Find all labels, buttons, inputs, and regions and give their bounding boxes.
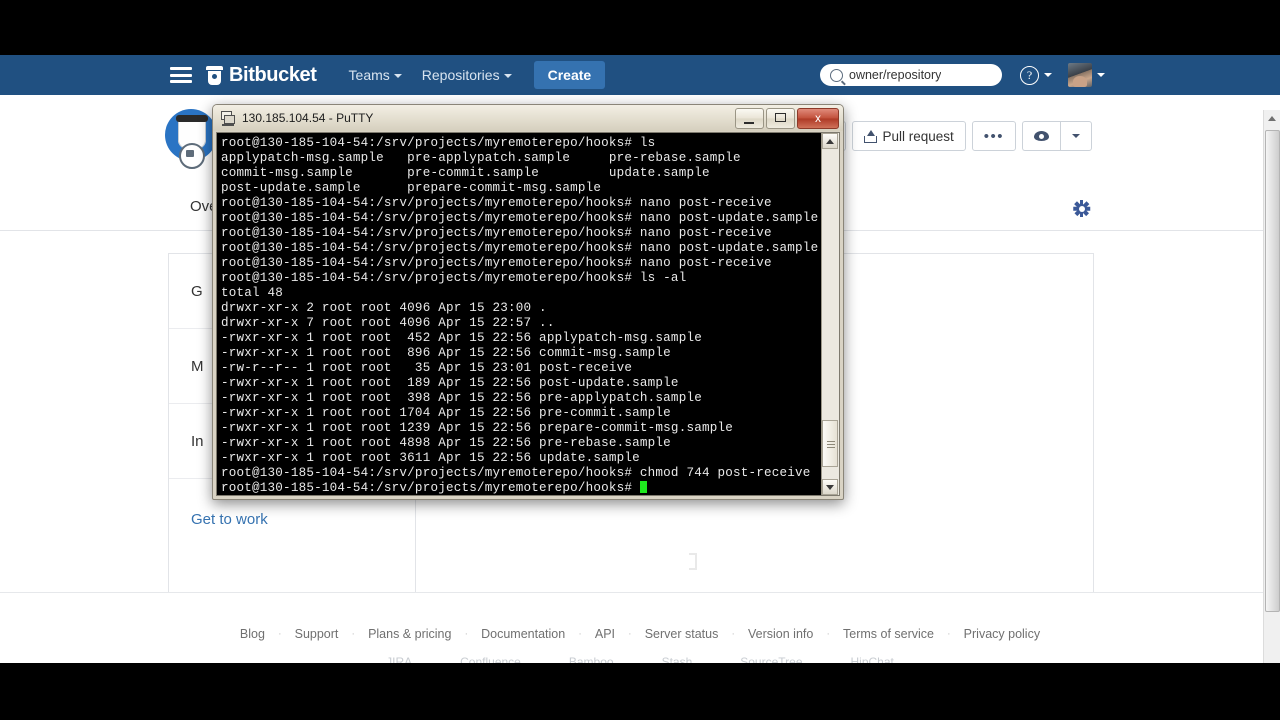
bitbucket-logo-text: Bitbucket [229, 63, 317, 86]
maximize-button[interactable] [766, 108, 795, 129]
footer-product-stash[interactable]: Stash [662, 655, 693, 663]
terminal-prompt-line: root@130-185-104-54:/srv/projects/myremo… [221, 481, 821, 495]
ellipsis-icon: ••• [983, 127, 1004, 145]
terminal-line: root@130-185-104-54:/srv/projects/myremo… [221, 466, 811, 480]
terminal-line: drwxr-xr-x 2 root root 4096 Apr 15 23:00… [221, 301, 547, 315]
terminal-line: -rwxr-xr-x 1 root root 452 Apr 15 22:56 … [221, 331, 702, 345]
terminal-line: root@130-185-104-54:/srv/projects/myremo… [221, 256, 772, 270]
terminal-line: -rw-r--r-- 1 root root 35 Apr 15 23:01 p… [221, 361, 633, 375]
terminal-line: -rwxr-xr-x 1 root root 3611 Apr 15 22:56… [221, 451, 640, 465]
footer-product-confluence[interactable]: Confluence [460, 655, 521, 663]
putty-window-title: 130.185.104.54 - PuTTY [242, 111, 374, 125]
watch-dropdown-button[interactable] [1060, 121, 1092, 151]
page-footer: Blog · Support · Plans & pricing · Document… [0, 592, 1280, 663]
footer-product-jira[interactable]: JIRA [386, 655, 412, 663]
scroll-up-button[interactable] [1264, 110, 1280, 126]
footer-link-api[interactable]: API [582, 627, 628, 641]
footer-product-hipchat[interactable]: HipChat [851, 655, 894, 663]
putty-titlebar[interactable]: 130.185.104.54 - PuTTY x [213, 105, 843, 131]
footer-links: Blog · Support · Plans & pricing · Document… [0, 627, 1280, 641]
terminal-line: -rwxr-xr-x 1 root root 896 Apr 15 22:56 … [221, 346, 671, 360]
browser-vertical-scrollbar[interactable] [1263, 110, 1280, 663]
screen: Bitbucket Teams Repositories Create owne… [0, 0, 1280, 720]
close-button[interactable]: x [797, 108, 839, 129]
bitbucket-bucket-icon [206, 65, 223, 85]
pull-request-button[interactable]: Pull request [852, 121, 966, 151]
terminal-line: -rwxr-xr-x 1 root root 1704 Apr 15 22:56… [221, 406, 671, 420]
terminal-line: -rwxr-xr-x 1 root root 189 Apr 15 22:56 … [221, 376, 679, 390]
nav-item-teams[interactable]: Teams [339, 55, 412, 95]
bitbucket-top-nav: Bitbucket Teams Repositories Create owne… [0, 55, 1280, 95]
footer-link-blog[interactable]: Blog [227, 627, 278, 641]
help-icon: ? [1020, 65, 1039, 85]
bitbucket-logo[interactable]: Bitbucket [206, 64, 317, 87]
private-lock-icon [179, 143, 205, 169]
terminal-line: root@130-185-104-54:/srv/projects/myremo… [221, 271, 687, 285]
terminal-line: drwxr-xr-x 7 root root 4096 Apr 15 22:57… [221, 316, 555, 330]
terminal-line: -rwxr-xr-x 1 root root 1239 Apr 15 22:56… [221, 421, 733, 435]
terminal-line: total 48 [221, 286, 284, 300]
terminal-line: commit-msg.sample pre-commit.sample upda… [221, 166, 710, 180]
footer-link-terms-of-service[interactable]: Terms of service [830, 627, 947, 641]
footer-products: JIRA Confluence Bamboo Stash SourceTree … [0, 655, 1280, 663]
gear-icon[interactable] [1072, 200, 1090, 217]
terminal-line: -rwxr-xr-x 1 root root 4898 Apr 15 22:56… [221, 436, 671, 450]
eye-icon [1034, 131, 1049, 141]
search-input-value: owner/repository [849, 68, 942, 82]
terminal-line: root@130-185-104-54:/srv/projects/myremo… [221, 196, 772, 210]
scrollbar-thumb[interactable] [1265, 130, 1280, 612]
mouse-text-cursor [689, 553, 697, 570]
nav-item-repositories[interactable]: Repositories [412, 55, 522, 95]
terminal-line: -rwxr-xr-x 1 root root 398 Apr 15 22:56 … [221, 391, 702, 405]
chevron-down-icon [1097, 73, 1105, 77]
footer-link-version-info[interactable]: Version info [735, 627, 826, 641]
minimize-button[interactable] [735, 108, 764, 129]
pull-request-label: Pull request [882, 128, 954, 144]
avatar [1068, 63, 1092, 87]
terminal-line: root@130-185-104-54:/srv/projects/myremo… [221, 226, 772, 240]
terminal-line: root@130-185-104-54:/srv/projects/myremo… [221, 211, 819, 225]
help-menu[interactable]: ? [1020, 65, 1052, 85]
search-icon [830, 68, 843, 82]
terminal-scrollbar-thumb[interactable] [822, 420, 838, 467]
terminal-cursor [639, 481, 648, 493]
footer-link-privacy-policy[interactable]: Privacy policy [951, 627, 1053, 641]
pull-request-icon [864, 129, 878, 143]
terminal-line: post-update.sample prepare-commit-msg.sa… [221, 181, 602, 195]
nav-right-group: owner/repository ? [820, 63, 1105, 87]
chevron-down-icon [1044, 73, 1052, 77]
terminal-line: root@130-185-104-54:/srv/projects/myremo… [221, 136, 656, 150]
footer-link-server-status[interactable]: Server status [632, 627, 732, 641]
footer-link-support[interactable]: Support [282, 627, 352, 641]
watch-button[interactable] [1022, 121, 1060, 151]
footer-link-documentation[interactable]: Documentation [468, 627, 578, 641]
more-actions-button[interactable]: ••• [971, 121, 1016, 151]
terminal-line: applypatch-msg.sample pre-applypatch.sam… [221, 151, 741, 165]
search-input[interactable]: owner/repository [820, 64, 1002, 86]
scrollbar-grip-icon [827, 441, 835, 448]
user-menu[interactable] [1068, 63, 1105, 87]
putty-terminal-body[interactable]: root@130-185-104-54:/srv/projects/myremo… [216, 132, 840, 496]
chevron-down-icon [1072, 134, 1080, 138]
terminal-prompt: root@130-185-104-54:/srv/projects/myremo… [221, 481, 640, 495]
terminal-scroll-up-button[interactable] [822, 133, 838, 149]
chevron-down-icon [393, 74, 402, 79]
footer-product-sourcetree[interactable]: SourceTree [740, 655, 802, 663]
putty-system-icon[interactable] [220, 110, 236, 126]
footer-product-bamboo[interactable]: Bamboo [569, 655, 614, 663]
hamburger-icon[interactable] [170, 67, 192, 83]
chevron-down-icon [503, 74, 512, 79]
terminal-scroll-down-button[interactable] [822, 479, 838, 495]
terminal-output[interactable]: root@130-185-104-54:/srv/projects/myremo… [217, 133, 821, 495]
putty-window[interactable]: 130.185.104.54 - PuTTY x root@130-185-10… [212, 104, 844, 570]
terminal-line: root@130-185-104-54:/srv/projects/myremo… [221, 241, 819, 255]
footer-link-plans-pricing[interactable]: Plans & pricing [355, 627, 464, 641]
terminal-scrollbar[interactable] [821, 133, 839, 495]
create-button[interactable]: Create [533, 61, 606, 89]
window-controls: x [735, 108, 839, 129]
